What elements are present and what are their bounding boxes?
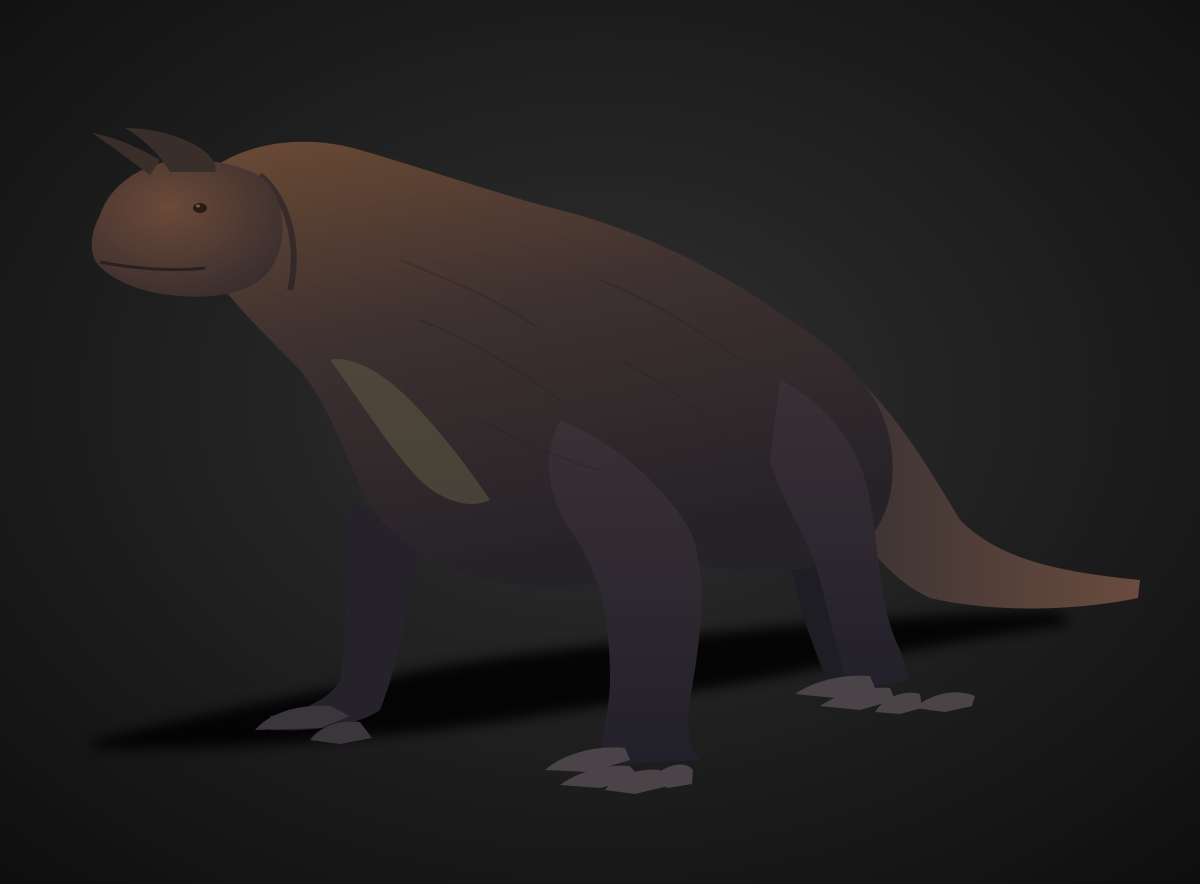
eye-highlight [196, 204, 200, 208]
eye [193, 203, 207, 213]
creature-render [0, 0, 1200, 884]
render-stage [0, 0, 1200, 884]
